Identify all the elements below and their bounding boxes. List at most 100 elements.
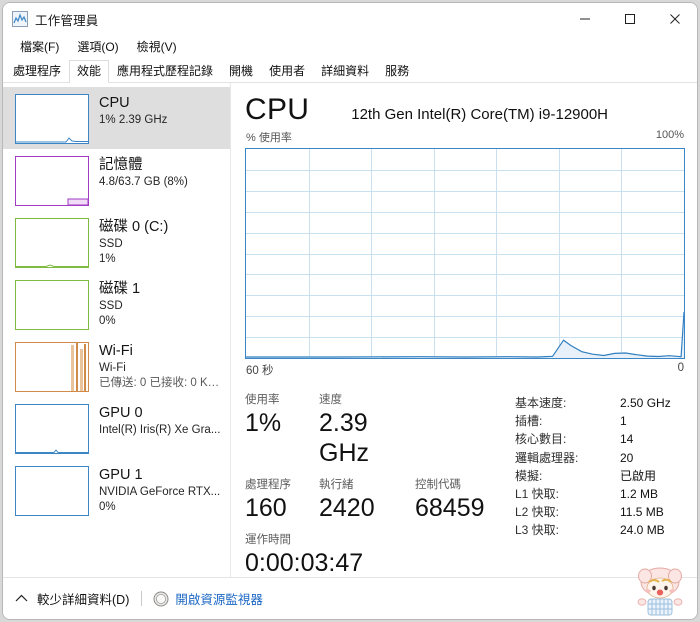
stat-uptime-label: 運作時間: [245, 534, 291, 546]
stat-threads-value: 2420: [319, 494, 375, 522]
sidebar-disk1-title: 磁碟 1: [99, 281, 141, 297]
menu-item-view[interactable]: 檢視(V): [128, 36, 186, 58]
cpu-thumbnail-icon: [15, 94, 89, 144]
tab-details[interactable]: 詳細資料: [313, 60, 377, 83]
sidebar-disk1-sub1: SSD: [99, 300, 123, 312]
sidebar-memory-title: 記憶體: [99, 157, 143, 173]
tab-startup[interactable]: 開機: [221, 60, 261, 83]
graph-wrapper: [245, 148, 685, 359]
sidebar-item-memory[interactable]: 記憶體 4.8/63.7 GB (8%): [3, 149, 230, 211]
cpu-detail-panel: CPU 12th Gen Intel(R) Core(TM) i9-12900H…: [231, 83, 697, 577]
sidebar-item-wifi[interactable]: Wi-Fi Wi-Fi 已傳送: 0 已接收: 0 Kbps: [3, 335, 230, 397]
open-resource-monitor-link[interactable]: 開啟資源監視器: [175, 589, 263, 608]
stat-usage-value: 1%: [245, 409, 282, 437]
resource-monitor-icon: [153, 591, 169, 607]
cpu-details-list: 基本速度: 2.50 GHz 插槽: 1 核心數目: 14 邏輯處理器: 20: [515, 392, 685, 587]
detail-value: 14: [620, 432, 634, 447]
stat-uptime: 運作時間 0:00:03:47: [245, 532, 363, 578]
detail-value: 已啟用: [620, 468, 657, 483]
graph-top-axis: % 使用率 100%: [245, 129, 685, 148]
detail-row: 邏輯處理器: 20: [515, 449, 685, 467]
tab-users[interactable]: 使用者: [261, 60, 313, 83]
close-button[interactable]: [652, 3, 697, 35]
page-title: CPU: [245, 93, 310, 126]
detail-value: 1: [620, 414, 627, 429]
detail-key: 核心數目:: [515, 432, 567, 447]
detail-row: 核心數目: 14: [515, 430, 685, 448]
sidebar-wifi-title: Wi-Fi: [99, 343, 133, 359]
sidebar-wifi-sub2: 已傳送: 0 已接收: 0 Kbps: [99, 377, 222, 389]
menu-item-options[interactable]: 選項(O): [68, 36, 127, 58]
detail-key: 模擬:: [515, 468, 543, 483]
footer-bar: 較少詳細資料(D) 開啟資源監視器: [3, 567, 697, 619]
tab-services[interactable]: 服務: [377, 60, 417, 83]
sidebar-item-disk-0[interactable]: 磁碟 0 (C:) SSD 1%: [3, 211, 230, 273]
window-controls: [562, 3, 697, 35]
stat-processes-label: 處理程序: [245, 479, 291, 491]
graph-y-label: % 使用率: [246, 132, 292, 144]
stat-handles-label: 控制代碼: [415, 479, 461, 491]
sidebar-item-gpu-0[interactable]: GPU 0 Intel(R) Iris(R) Xe Gra...: [3, 397, 230, 459]
detail-value: 24.0 MB: [620, 523, 665, 538]
stat-speed-value: 2.39 GHz: [319, 409, 369, 467]
memory-thumbnail-icon: [15, 156, 89, 206]
disk0-thumbnail-icon: [15, 218, 89, 268]
sidebar-item-cpu[interactable]: CPU 1% 2.39 GHz: [3, 87, 230, 149]
detail-value: 2.50 GHz: [620, 396, 671, 410]
fewer-details-button[interactable]: 較少詳細資料(D): [37, 589, 129, 608]
stat-usage: 使用率 1%: [245, 392, 319, 468]
sidebar-cpu-title: CPU: [99, 95, 130, 111]
detail-key: L1 快取:: [515, 487, 560, 502]
graph-y-max: 100%: [655, 129, 684, 141]
sidebar-gpu1-title: GPU 1: [99, 467, 143, 483]
sidebar-disk0-sub1: SSD: [99, 238, 123, 250]
sidebar-cpu-sub: 1% 2.39 GHz: [99, 114, 168, 126]
tab-performance[interactable]: 效能: [69, 60, 110, 83]
stat-row-uptime: 運作時間 0:00:03:47: [245, 532, 515, 578]
mascot-watermark-icon: [629, 567, 691, 619]
gpu1-thumbnail-icon: [15, 466, 89, 516]
sidebar-item-gpu-1[interactable]: GPU 1 NVIDIA GeForce RTX... 0%: [3, 459, 230, 521]
graph-x-right: 0: [677, 362, 684, 374]
detail-row: L1 快取: 1.2 MB: [515, 485, 685, 503]
resource-sidebar: CPU 1% 2.39 GHz 記憶體 4.8/63.7 GB (8%) 磁碟 …: [3, 83, 231, 577]
taskmanager-icon: [12, 11, 28, 27]
stat-handles: 控制代碼 68459: [415, 477, 515, 523]
detail-key: 基本速度:: [515, 396, 567, 410]
sidebar-disk0-sub2: 1%: [99, 253, 116, 265]
tab-bar: 處理程序 效能 應用程式歷程記錄 開機 使用者 詳細資料 服務: [3, 59, 697, 83]
detail-value: 1.2 MB: [620, 487, 659, 502]
menu-bar: 檔案(F) 選項(O) 檢視(V): [3, 35, 697, 59]
detail-row: L3 快取: 24.0 MB: [515, 521, 685, 539]
tab-app-history[interactable]: 應用程式歷程記錄: [109, 60, 221, 83]
stats-area: 使用率 1% 速度 2.39 GHz 處理程序 160 執行緒 2420 控制代…: [245, 378, 685, 587]
sidebar-gpu1-sub2: 0%: [99, 501, 116, 513]
stat-uptime-value: 0:00:03:47: [245, 549, 364, 577]
detail-value: 11.5 MB: [620, 505, 664, 520]
sidebar-gpu0-title: GPU 0: [99, 405, 143, 421]
stat-processes-value: 160: [245, 494, 287, 522]
detail-value: 20: [620, 450, 634, 465]
sidebar-gpu0-sub1: Intel(R) Iris(R) Xe Gra...: [99, 424, 221, 436]
detail-row: 插槽: 1: [515, 412, 685, 430]
sidebar-item-disk-1[interactable]: 磁碟 1 SSD 0%: [3, 273, 230, 335]
minimize-button[interactable]: [562, 3, 607, 35]
tab-processes[interactable]: 處理程序: [5, 60, 69, 83]
stat-usage-label: 使用率: [245, 394, 280, 406]
detail-row: 基本速度: 2.50 GHz: [515, 394, 685, 412]
stat-speed: 速度 2.39 GHz: [319, 392, 415, 468]
cpu-utilization-graph[interactable]: [245, 148, 685, 359]
disk1-thumbnail-icon: [15, 280, 89, 330]
detail-row: L2 快取: 11.5 MB: [515, 503, 685, 521]
sidebar-memory-sub: 4.8/63.7 GB (8%): [99, 176, 188, 188]
sidebar-wifi-sub1: Wi-Fi: [99, 362, 126, 374]
maximize-button[interactable]: [607, 3, 652, 35]
detail-key: 插槽:: [515, 414, 543, 429]
graph-x-left: 60 秒: [246, 365, 274, 377]
menu-item-file[interactable]: 檔案(F): [11, 36, 68, 58]
task-manager-window: 工作管理員 檔案(F) 選項(O) 檢視(V) 處理程序 效能 應用程式歷程記錄…: [2, 2, 698, 620]
sidebar-disk1-sub2: 0%: [99, 315, 116, 327]
wifi-thumbnail-icon: [15, 342, 89, 392]
sidebar-disk0-title: 磁碟 0 (C:): [99, 219, 169, 235]
stat-threads: 執行緒 2420: [319, 477, 415, 523]
